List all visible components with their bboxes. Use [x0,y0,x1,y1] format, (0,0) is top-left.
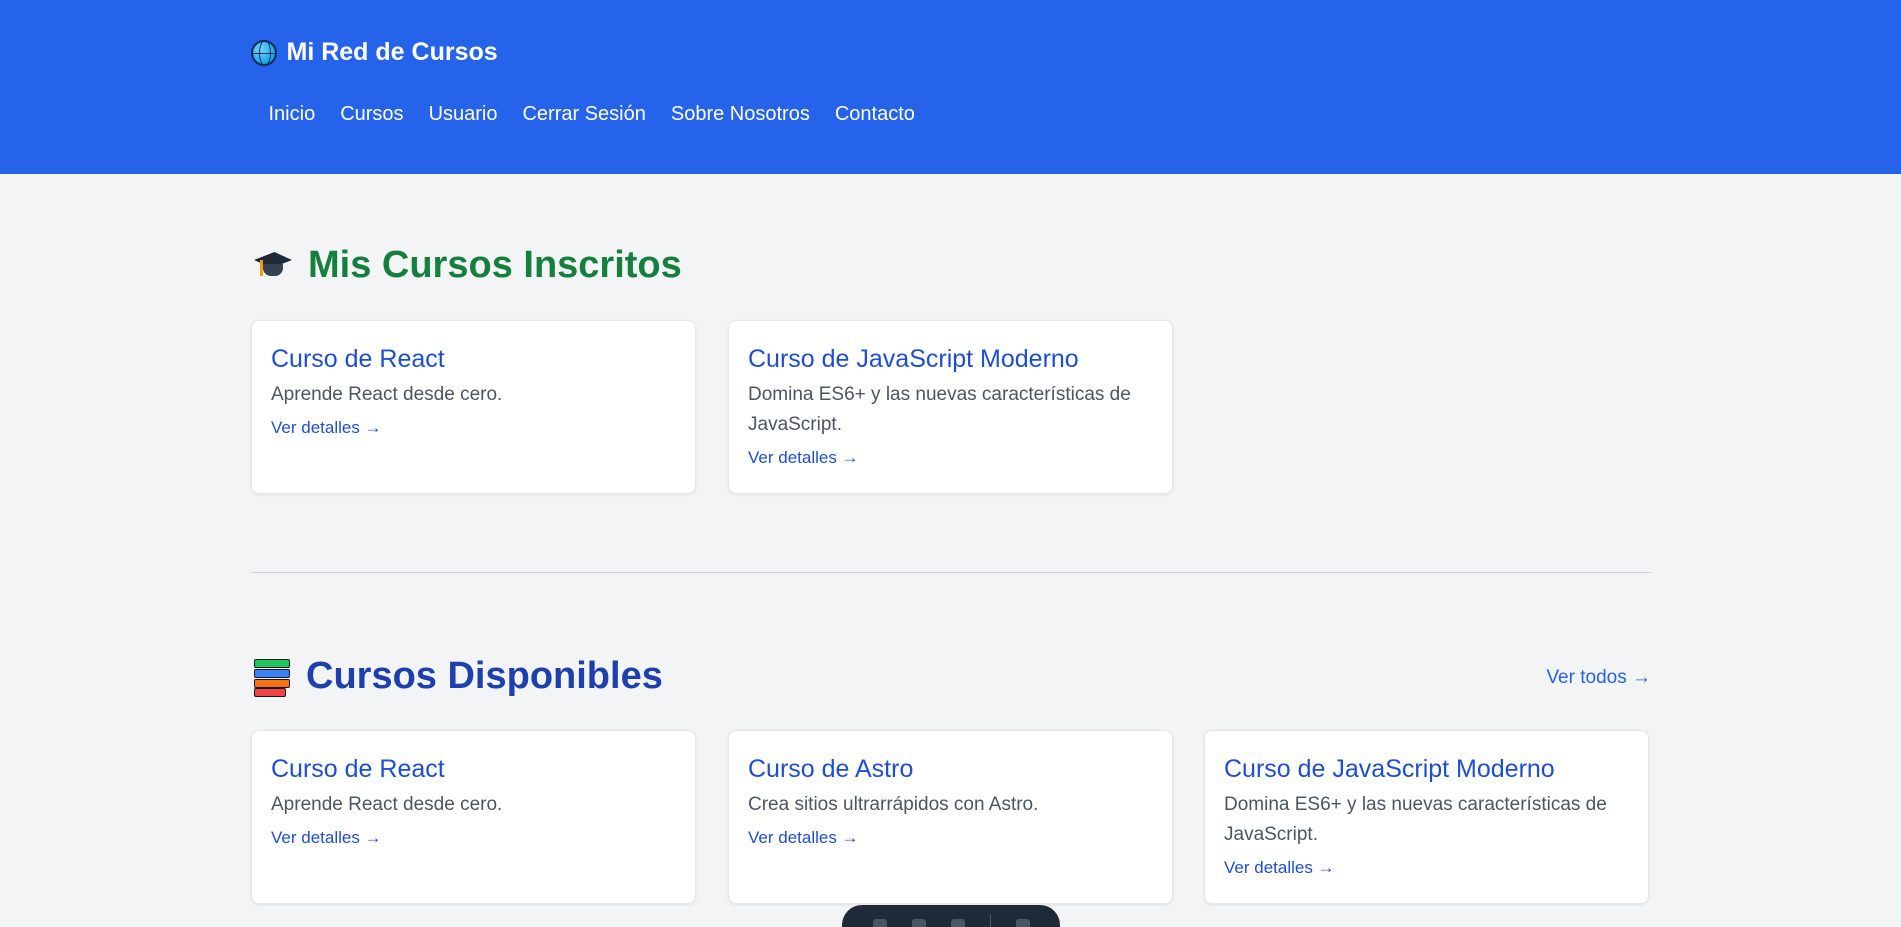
course-details-link[interactable]: Ver detalles → [1224,858,1335,878]
course-details-link[interactable]: Ver detalles → [271,418,382,438]
course-details-link[interactable]: Ver detalles → [748,828,859,848]
toolbar-separator [989,914,991,927]
enrolled-course-card: Curso de JavaScript Moderno Domina ES6+ … [728,320,1173,494]
graduation-cap-icon [252,248,294,284]
site-header: Mi Red de Cursos Inicio Cursos Usuario C… [0,0,1901,174]
course-details-link[interactable]: Ver detalles → [748,448,859,468]
toolbar-icon[interactable] [950,919,965,927]
available-title-text: Cursos Disponibles [306,655,663,697]
enrolled-title-text: Mis Cursos Inscritos [308,244,682,286]
available-course-card: Curso de Astro Crea sitios ultrarrápidos… [728,730,1173,904]
dev-toolbar[interactable] [842,905,1060,927]
nav-link-usuario[interactable]: Usuario [429,103,498,126]
available-course-card: Curso de JavaScript Moderno Domina ES6+ … [1204,730,1649,904]
available-course-card: Curso de React Aprende React desde cero.… [251,730,696,904]
course-description: Domina ES6+ y las nuevas características… [1224,794,1607,845]
course-description: Domina ES6+ y las nuevas características… [748,384,1131,435]
enrolled-course-card: Curso de React Aprende React desde cero.… [251,320,696,494]
course-description: Aprende React desde cero. [271,384,503,405]
course-details-link[interactable]: Ver detalles → [271,828,382,848]
toolbar-icon[interactable] [1015,919,1030,927]
enrolled-section-title: Mis Cursos Inscritos [252,244,682,287]
books-icon [252,657,292,697]
course-description: Crea sitios ultrarrápidos con Astro. [748,794,1039,815]
toolbar-icon[interactable] [911,919,926,927]
site-brand[interactable]: Mi Red de Cursos [250,38,498,67]
nav-link-sobre-nosotros[interactable]: Sobre Nosotros [671,103,810,126]
course-title: Curso de JavaScript Moderno [1224,755,1555,783]
nav-link-cursos[interactable]: Cursos [340,103,403,126]
course-title: Curso de JavaScript Moderno [748,345,1079,373]
see-all-link[interactable]: Ver todos → [1546,667,1651,689]
nav-link-inicio[interactable]: Inicio [269,103,316,126]
brand-name: Mi Red de Cursos [286,38,498,66]
course-title: Curso de React [271,755,445,783]
course-title: Curso de Astro [748,755,914,783]
section-divider [251,572,1651,573]
course-title: Curso de React [271,345,445,373]
toolbar-icon[interactable] [872,919,887,927]
main-nav: Inicio Cursos Usuario Cerrar Sesión Sobr… [269,103,915,126]
globe-icon [250,39,277,66]
available-section-title: Cursos Disponibles [252,655,663,698]
course-description: Aprende React desde cero. [271,794,503,815]
nav-link-contacto[interactable]: Contacto [835,103,915,126]
nav-link-cerrar-sesion[interactable]: Cerrar Sesión [522,103,645,126]
